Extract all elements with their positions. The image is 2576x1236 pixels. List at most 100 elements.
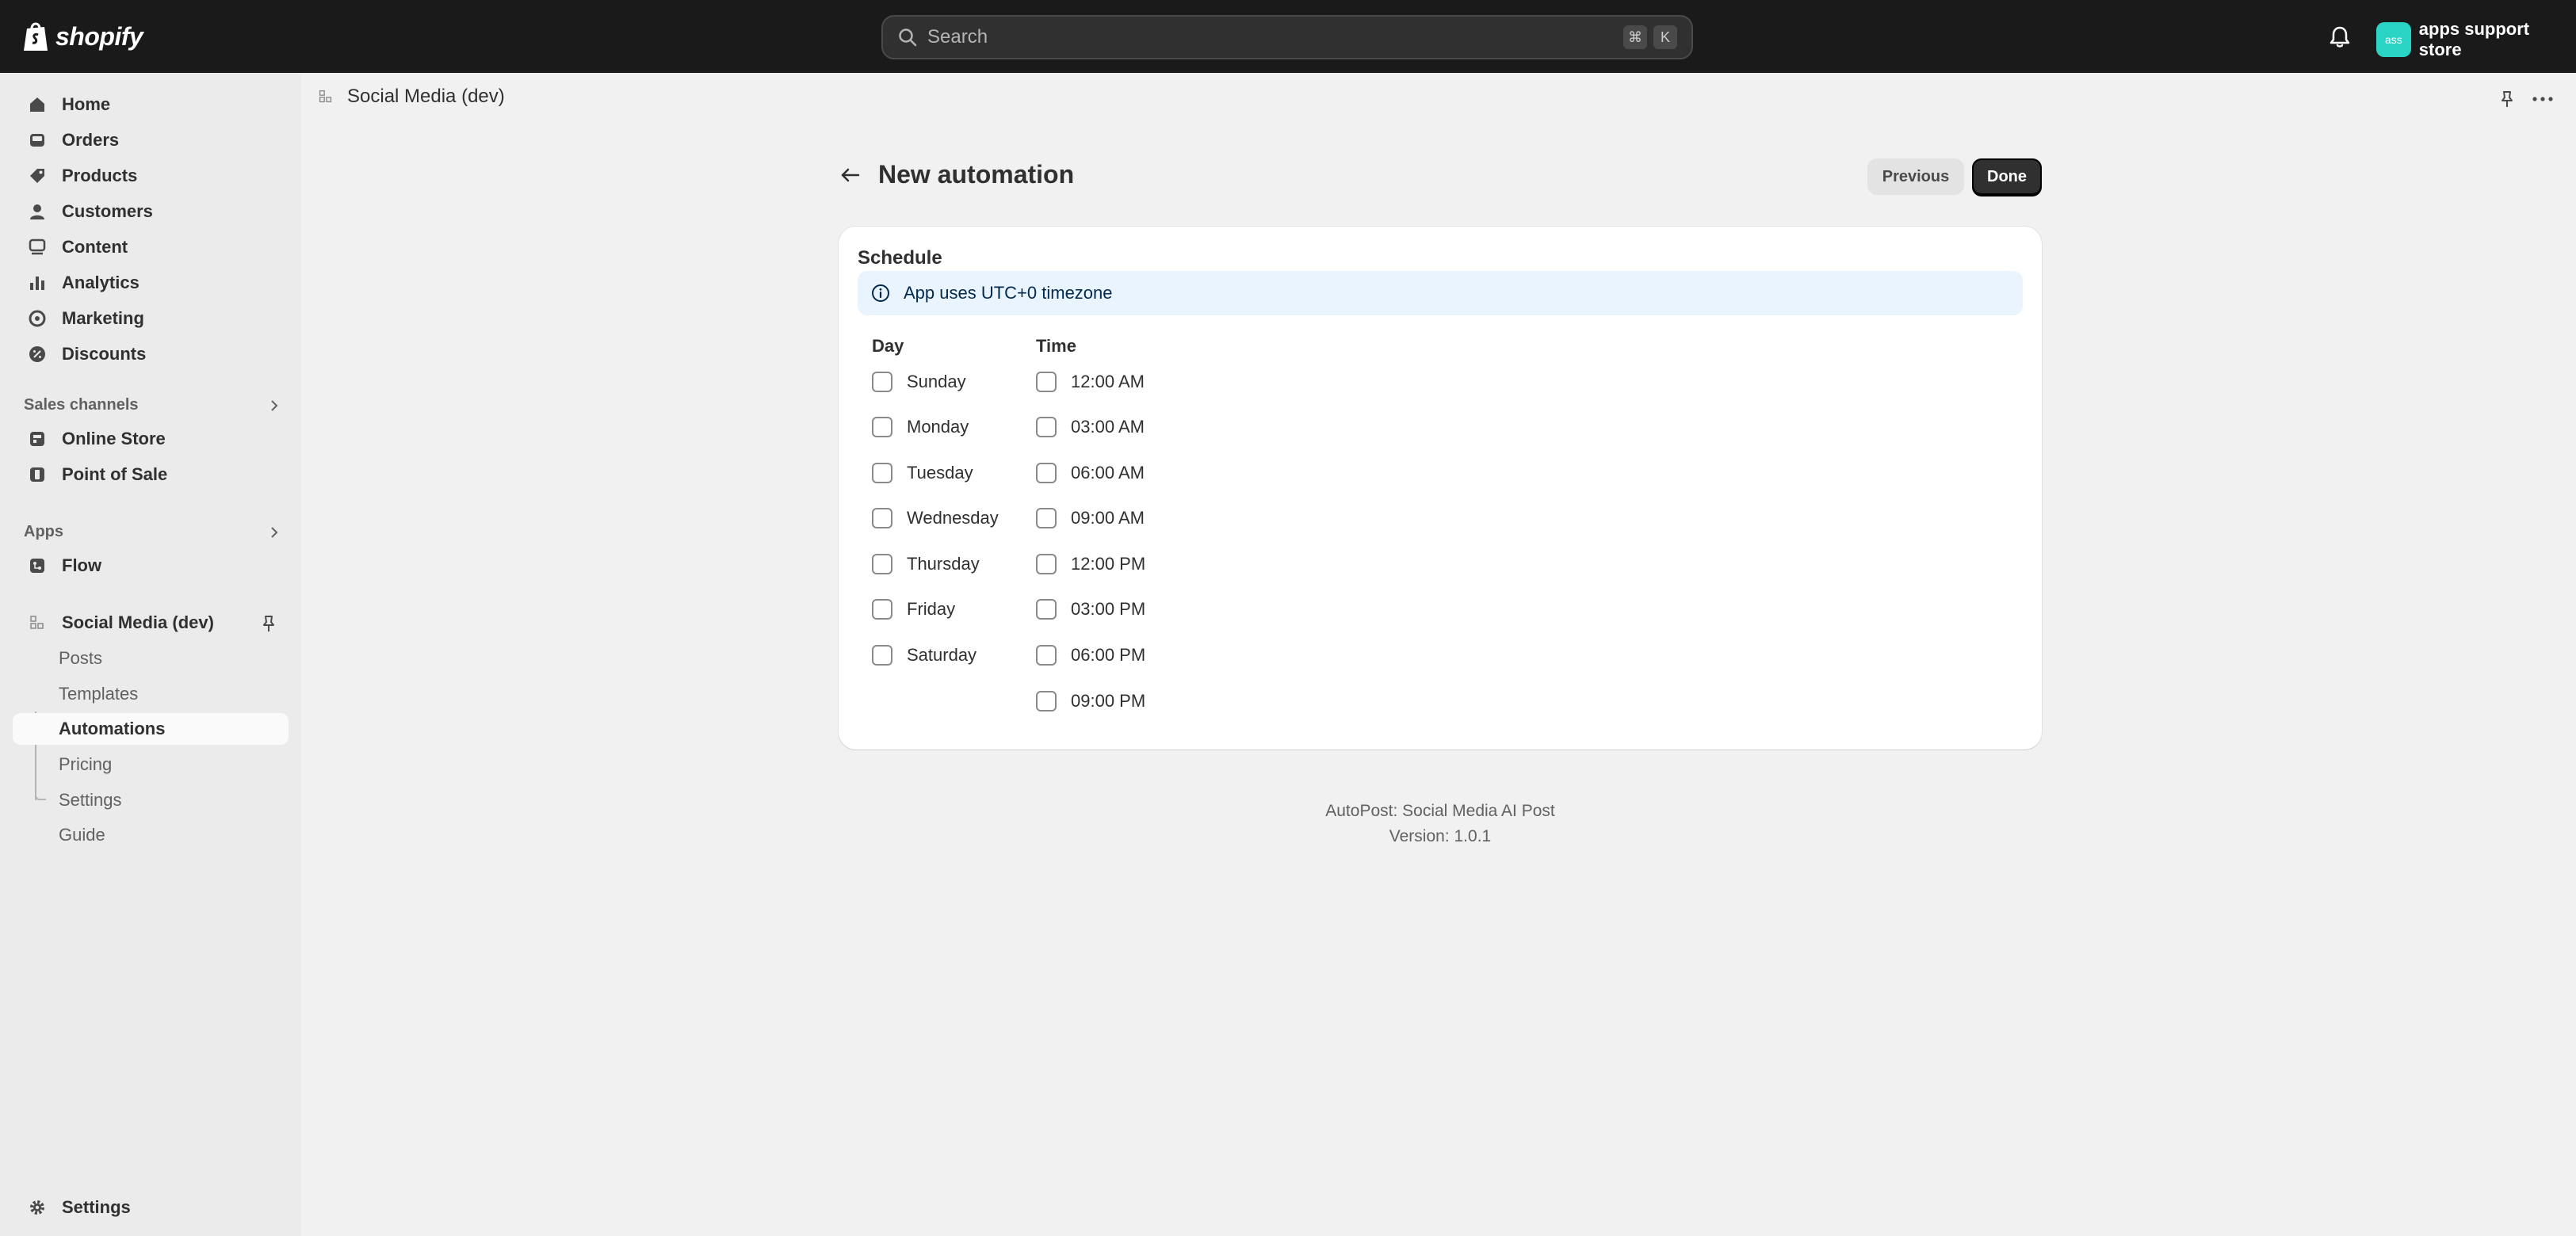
sidebar-item-label: Home <box>62 94 111 114</box>
footer-app-name: AutoPost: Social Media AI Post <box>1325 802 1555 820</box>
chevron-right-icon[interactable] <box>266 398 282 414</box>
day-column-header: Day <box>872 336 904 356</box>
schedule-title: Schedule <box>858 247 942 269</box>
sidebar-subitem-automations[interactable]: Automations <box>13 713 289 745</box>
time-label: 09:00 AM <box>1071 508 1145 528</box>
sales-channels-heading: Sales channels <box>24 396 139 414</box>
time-option-0900am[interactable]: 09:00 AM <box>1036 502 1145 534</box>
shopify-logo[interactable]: shopify <box>22 21 143 52</box>
checkbox[interactable] <box>1036 554 1057 574</box>
day-option-sunday[interactable]: Sunday <box>872 366 966 398</box>
sidebar-item-discounts[interactable]: Discounts <box>13 338 289 370</box>
day-label: Friday <box>907 599 956 619</box>
checkbox[interactable] <box>1036 599 1057 620</box>
day-option-monday[interactable]: Monday <box>872 411 969 443</box>
store-menu[interactable]: ass apps support store <box>2376 19 2576 60</box>
time-option-1200am[interactable]: 12:00 AM <box>1036 366 1145 398</box>
sidebar-item-flow[interactable]: Flow <box>13 550 289 582</box>
done-button[interactable]: Done <box>1972 158 2042 195</box>
day-option-saturday[interactable]: Saturday <box>872 639 977 671</box>
target-icon <box>27 308 48 329</box>
time-label: 03:00 PM <box>1071 599 1146 619</box>
sidebar-subitem-pricing[interactable]: Pricing <box>13 749 289 780</box>
pin-icon[interactable] <box>258 613 279 634</box>
chevron-right-icon[interactable] <box>266 525 282 540</box>
day-label: Tuesday <box>907 463 973 483</box>
checkbox[interactable] <box>872 372 892 392</box>
day-label: Wednesday <box>907 508 999 528</box>
sidebar-item-analytics[interactable]: Analytics <box>13 267 289 299</box>
checkbox[interactable] <box>872 599 892 620</box>
search-input[interactable]: Search ⌘ K <box>881 15 1693 59</box>
time-option-1200pm[interactable]: 12:00 PM <box>1036 548 1145 580</box>
more-actions-icon[interactable] <box>2530 89 2555 109</box>
timezone-banner: App uses UTC+0 timezone <box>858 271 2023 315</box>
store-avatar: ass <box>2376 22 2411 57</box>
checkbox[interactable] <box>1036 463 1057 483</box>
day-option-thursday[interactable]: Thursday <box>872 548 980 580</box>
sidebar-item-label: Point of Sale <box>62 464 168 484</box>
day-label: Monday <box>907 417 969 437</box>
sidebar-item-online-store[interactable]: Online Store <box>13 423 289 455</box>
app-title: Social Media (dev) <box>347 86 505 107</box>
store-name: apps support store <box>2418 19 2530 59</box>
day-option-wednesday[interactable]: Wednesday <box>872 502 999 534</box>
sidebar-item-label: Online Store <box>62 429 166 448</box>
time-label: 06:00 AM <box>1071 463 1145 483</box>
shortcut-key-cmd: ⌘ <box>1623 25 1647 49</box>
time-option-0300am[interactable]: 03:00 AM <box>1036 411 1145 443</box>
checkbox[interactable] <box>872 554 892 574</box>
sidebar-item-products[interactable]: Products <box>13 160 289 192</box>
sidebar-item-label: Products <box>62 166 138 185</box>
sidebar-subitem-settings[interactable]: Settings <box>13 784 289 816</box>
day-label: Thursday <box>907 554 980 574</box>
sidebar-subitem-posts[interactable]: Posts <box>13 643 289 674</box>
checkbox[interactable] <box>1036 645 1057 666</box>
time-option-0600am[interactable]: 06:00 AM <box>1036 457 1145 489</box>
top-bar: shopify Search ⌘ K ass apps support stor… <box>0 0 2576 73</box>
previous-button[interactable]: Previous <box>1867 158 1964 195</box>
person-icon <box>27 201 48 222</box>
checkbox[interactable] <box>1036 372 1057 392</box>
flow-icon <box>27 555 48 576</box>
day-label: Saturday <box>907 645 977 665</box>
app-grid-icon <box>27 612 48 633</box>
shortcut-key-k: K <box>1653 25 1677 49</box>
schedule-card: Schedule App uses UTC+0 timezone Day Tim… <box>839 227 2042 750</box>
sidebar-item-orders[interactable]: Orders <box>13 124 289 156</box>
time-label: 06:00 PM <box>1071 645 1146 665</box>
checkbox[interactable] <box>1036 417 1057 437</box>
checkbox[interactable] <box>1036 508 1057 528</box>
time-column-header: Time <box>1036 336 1076 356</box>
notification-bell-icon[interactable] <box>2327 24 2352 49</box>
sidebar-item-label: Content <box>62 237 128 257</box>
sidebar-subitem-guide[interactable]: Guide <box>13 819 289 851</box>
checkbox[interactable] <box>872 508 892 528</box>
time-option-0600pm[interactable]: 06:00 PM <box>1036 639 1145 671</box>
sidebar-item-social-media[interactable]: Social Media (dev) <box>13 607 289 639</box>
discount-icon <box>27 344 48 364</box>
sidebar-item-customers[interactable]: Customers <box>13 196 289 227</box>
checkbox[interactable] <box>872 417 892 437</box>
day-label: Sunday <box>907 372 966 391</box>
inbox-icon <box>27 130 48 151</box>
checkbox[interactable] <box>1036 691 1057 711</box>
checkbox[interactable] <box>872 463 892 483</box>
sidebar-item-label: Social Media (dev) <box>62 612 214 632</box>
time-label: 03:00 AM <box>1071 417 1145 437</box>
pin-icon[interactable] <box>2497 89 2517 109</box>
time-option-0900pm[interactable]: 09:00 PM <box>1036 685 1145 717</box>
day-option-tuesday[interactable]: Tuesday <box>872 457 973 489</box>
time-option-0300pm[interactable]: 03:00 PM <box>1036 593 1145 625</box>
day-option-friday[interactable]: Friday <box>872 593 955 625</box>
sidebar-item-content[interactable]: Content <box>13 231 289 263</box>
sidebar-item-marketing[interactable]: Marketing <box>13 303 289 334</box>
checkbox[interactable] <box>872 645 892 666</box>
sidebar-item-settings[interactable]: Settings <box>13 1192 289 1223</box>
sidebar-item-home[interactable]: Home <box>13 89 289 120</box>
back-arrow-icon[interactable] <box>839 163 862 187</box>
sidebar-subitem-templates[interactable]: Templates <box>13 678 289 710</box>
page-title: New automation <box>878 160 1075 189</box>
sidebar-item-point-of-sale[interactable]: Point of Sale <box>13 459 289 490</box>
sidebar-item-label: Analytics <box>62 273 140 292</box>
